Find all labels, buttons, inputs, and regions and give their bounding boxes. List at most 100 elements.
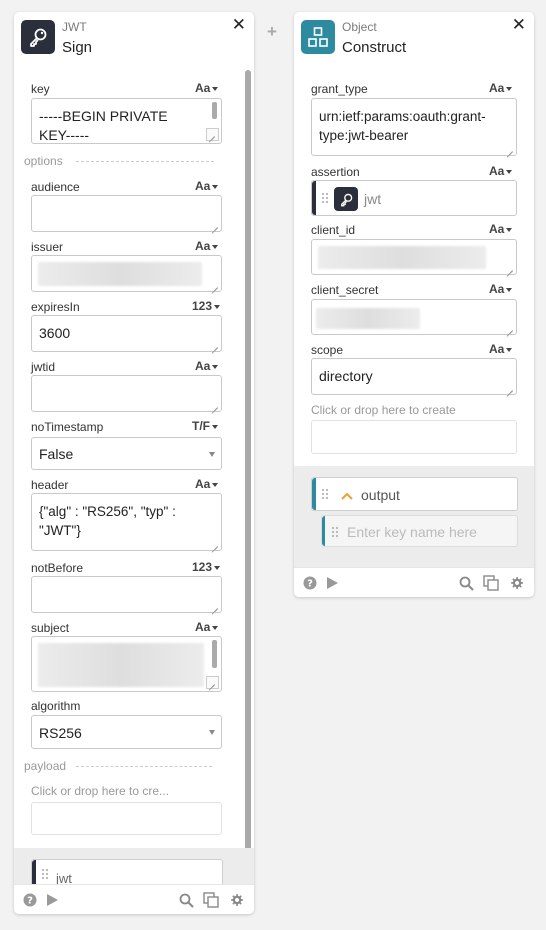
drag-handle-icon[interactable] xyxy=(331,526,339,538)
noTimestamp-select[interactable]: False xyxy=(31,437,222,470)
resize-handle[interactable] xyxy=(505,263,514,272)
resize-handle[interactable] xyxy=(210,601,219,610)
object-construct-card: Object Construct ✕ grant_type Aa urn:iet… xyxy=(294,12,534,597)
subject-input[interactable] xyxy=(31,636,222,692)
close-icon[interactable]: ✕ xyxy=(512,16,526,34)
drag-handle-icon[interactable] xyxy=(41,868,49,880)
key-name-placeholder: Enter key name here xyxy=(347,524,477,540)
algorithm-select[interactable]: RS256 xyxy=(31,715,222,749)
notBefore-input[interactable] xyxy=(31,576,222,613)
field-label-jwtid: jwtid xyxy=(31,360,56,374)
resize-handle[interactable] xyxy=(505,144,514,153)
audience-input[interactable] xyxy=(31,195,222,232)
copy-icon[interactable] xyxy=(203,892,219,908)
scope-input[interactable]: directory xyxy=(311,358,517,395)
grant_type-value: urn:ietf:params:oauth:grant-type:jwt-bea… xyxy=(319,109,486,143)
type-badge-text[interactable]: Aa xyxy=(489,282,512,296)
payload-drop-zone[interactable] xyxy=(31,802,222,835)
noTimestamp-value: False xyxy=(39,446,74,462)
key-input[interactable]: -----BEGIN PRIVATE KEY----- xyxy=(31,98,222,144)
resize-handle[interactable] xyxy=(210,280,219,289)
type-badge-text[interactable]: Aa xyxy=(489,222,512,236)
output-object-pill[interactable]: output xyxy=(311,477,518,511)
resize-handle[interactable] xyxy=(505,323,514,332)
type-badge-text[interactable]: Aa xyxy=(195,81,218,95)
drag-handle-icon[interactable] xyxy=(321,192,329,204)
field-label-scope: scope xyxy=(311,343,344,357)
chevron-up-icon[interactable] xyxy=(340,488,354,506)
resize-handle[interactable] xyxy=(206,676,219,689)
output-area: output Enter key name here xyxy=(294,466,534,567)
card-footer: ? xyxy=(294,567,534,597)
field-label-client_secret: client_secret xyxy=(311,283,379,297)
chevron-down-icon xyxy=(209,730,215,735)
play-icon[interactable] xyxy=(324,575,340,591)
output-label: output xyxy=(361,487,400,503)
help-icon[interactable]: ? xyxy=(302,575,318,591)
header-input[interactable]: {"alg" : "RS256", "typ" : "JWT"} xyxy=(31,493,222,551)
assertion-reference: jwt xyxy=(364,191,382,207)
key-name-input[interactable]: Enter key name here xyxy=(321,515,518,547)
expiresIn-input[interactable]: 3600 xyxy=(31,315,222,352)
construct-icon xyxy=(301,20,335,54)
scrollbar-thumb[interactable] xyxy=(245,70,251,855)
section-divider xyxy=(76,161,214,162)
type-badge-text[interactable]: Aa xyxy=(489,81,512,95)
field-label-algorithm: algorithm xyxy=(31,699,81,713)
search-icon[interactable] xyxy=(458,575,474,591)
close-icon[interactable]: ✕ xyxy=(232,16,246,34)
card-title: Sign xyxy=(62,39,93,56)
field-label-audience: audience xyxy=(31,180,80,194)
reference-accent xyxy=(312,181,316,215)
assertion-input[interactable]: jwt xyxy=(311,180,517,216)
gear-icon[interactable] xyxy=(508,575,524,591)
client_id-input[interactable] xyxy=(311,239,517,275)
resize-handle[interactable] xyxy=(210,400,219,409)
payload-section-label: payload xyxy=(24,759,67,773)
scope-value: directory xyxy=(319,368,373,384)
resize-handle[interactable] xyxy=(206,128,219,141)
type-badge-number[interactable]: 123 xyxy=(192,560,220,574)
grant_type-input[interactable]: urn:ietf:params:oauth:grant-type:jwt-bea… xyxy=(311,98,517,156)
type-badge-text[interactable]: Aa xyxy=(195,179,218,193)
client_secret-input[interactable] xyxy=(311,299,517,335)
resize-handle[interactable] xyxy=(210,539,219,548)
key-icon xyxy=(21,20,55,54)
play-icon[interactable] xyxy=(44,892,60,908)
textarea-scrollbar[interactable] xyxy=(212,102,217,119)
drag-handle-icon[interactable] xyxy=(321,488,329,500)
pill-accent xyxy=(322,516,325,546)
type-badge-text[interactable]: Aa xyxy=(195,477,218,491)
svg-text:?: ? xyxy=(27,896,33,907)
redacted-value xyxy=(318,246,486,269)
create-drop-zone[interactable] xyxy=(311,420,517,454)
card-title: Construct xyxy=(342,39,407,56)
help-icon[interactable]: ? xyxy=(22,892,38,908)
resize-handle[interactable] xyxy=(210,220,219,229)
pill-accent xyxy=(312,478,316,510)
algorithm-value: RS256 xyxy=(39,725,82,741)
type-badge-number[interactable]: 123 xyxy=(192,299,220,313)
resize-handle[interactable] xyxy=(210,340,219,349)
field-label-expiresIn: expiresIn xyxy=(31,300,80,314)
type-badge-text[interactable]: Aa xyxy=(195,359,218,373)
type-badge-text[interactable]: Aa xyxy=(195,620,218,634)
textarea-scrollbar[interactable] xyxy=(212,640,217,668)
field-label-noTimestamp: noTimestamp xyxy=(31,420,104,434)
copy-icon[interactable] xyxy=(483,575,499,591)
redacted-value xyxy=(38,643,204,687)
card-header: JWT Sign ✕ xyxy=(14,12,254,67)
issuer-input[interactable] xyxy=(31,255,222,292)
type-badge-boolean[interactable]: T/F xyxy=(192,419,218,433)
field-label-grant_type: grant_type xyxy=(311,82,368,96)
type-badge-text[interactable]: Aa xyxy=(195,239,218,253)
svg-text:?: ? xyxy=(307,579,313,590)
gear-icon[interactable] xyxy=(228,892,244,908)
resize-handle[interactable] xyxy=(505,383,514,392)
search-icon[interactable] xyxy=(178,892,194,908)
add-step-button[interactable]: + xyxy=(267,22,277,42)
type-badge-text[interactable]: Aa xyxy=(489,342,512,356)
payload-create-placeholder: Click or drop here to cre... xyxy=(31,784,170,798)
jwtid-input[interactable] xyxy=(31,375,222,412)
type-badge-text[interactable]: Aa xyxy=(489,164,512,178)
